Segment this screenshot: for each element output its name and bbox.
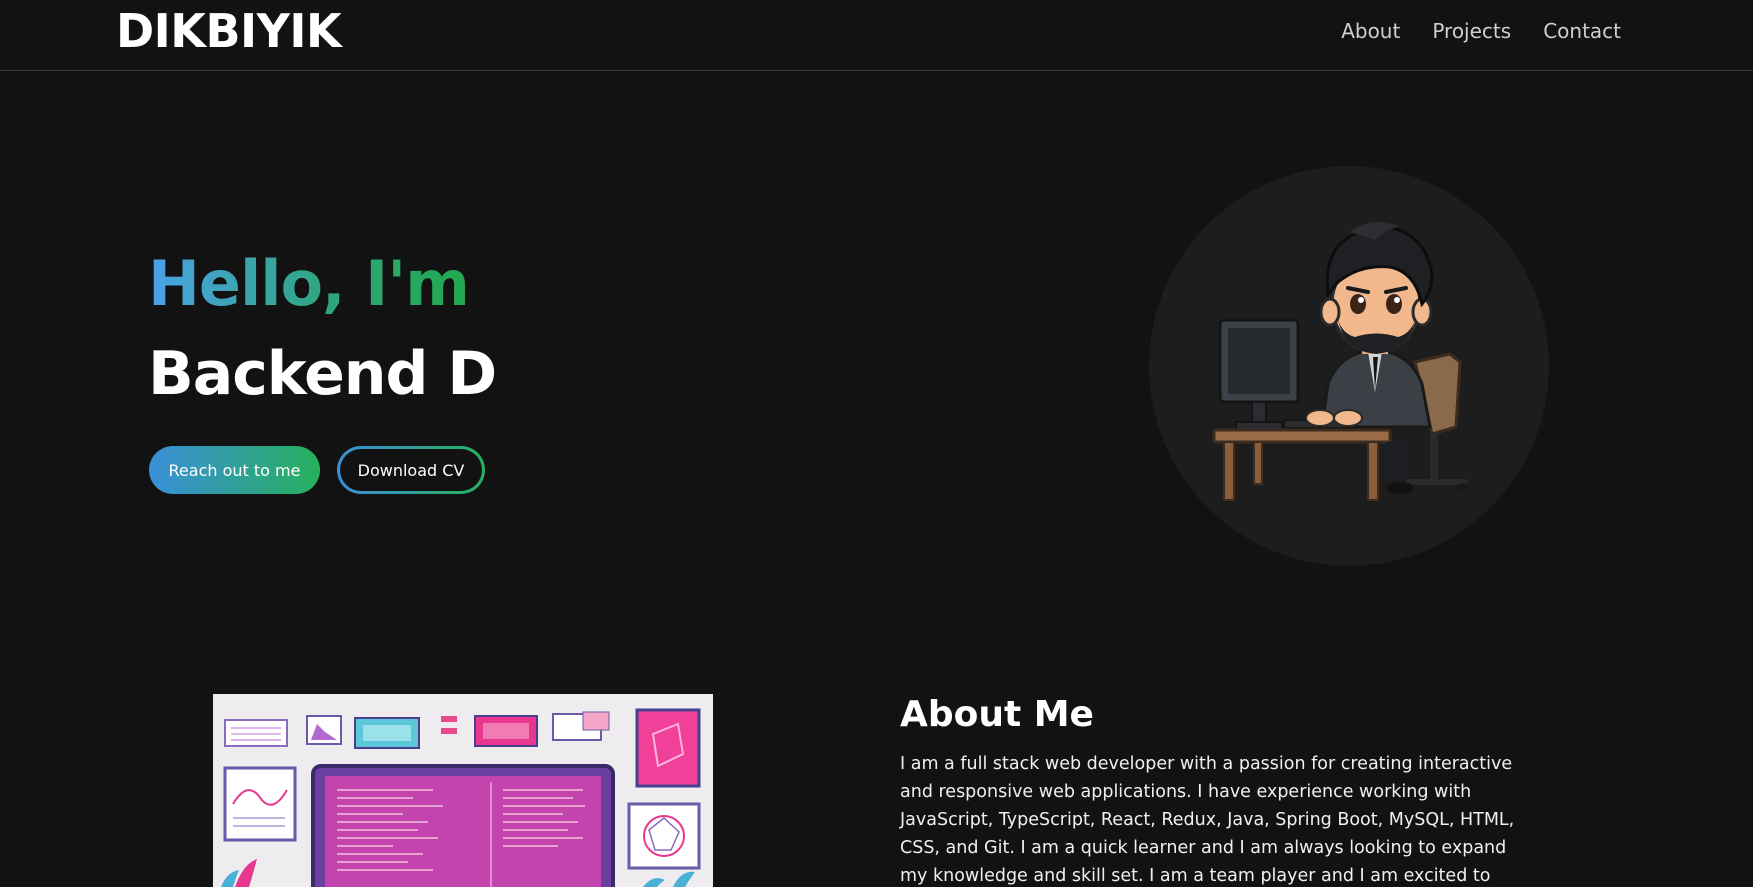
- hero-buttons: Reach out to me Download CV: [149, 446, 485, 494]
- nav-links: About Projects Contact: [1341, 14, 1621, 48]
- nav-link-about[interactable]: About: [1341, 14, 1400, 48]
- about-description: I am a full stack web developer with a p…: [900, 754, 1515, 886]
- download-cv-button[interactable]: Download CV: [337, 446, 485, 494]
- site-logo[interactable]: DIKBIYIK: [116, 4, 342, 58]
- download-cv-label: Download CV: [340, 449, 482, 491]
- hero-role-typing: Backend D: [148, 339, 497, 409]
- developer-avatar-icon: [1212, 222, 1468, 501]
- hero-greeting: Hello, I'm: [148, 247, 470, 320]
- reach-out-button[interactable]: Reach out to me: [149, 446, 320, 494]
- navbar: DIKBIYIK About Projects Contact: [0, 0, 1753, 71]
- workspace-illustration-icon: [213, 694, 713, 887]
- page: DIKBIYIK About Projects Contact Hello, I…: [0, 0, 1753, 887]
- about-title: About Me: [900, 694, 1094, 735]
- nav-link-contact[interactable]: Contact: [1543, 14, 1621, 48]
- nav-link-projects[interactable]: Projects: [1432, 14, 1511, 48]
